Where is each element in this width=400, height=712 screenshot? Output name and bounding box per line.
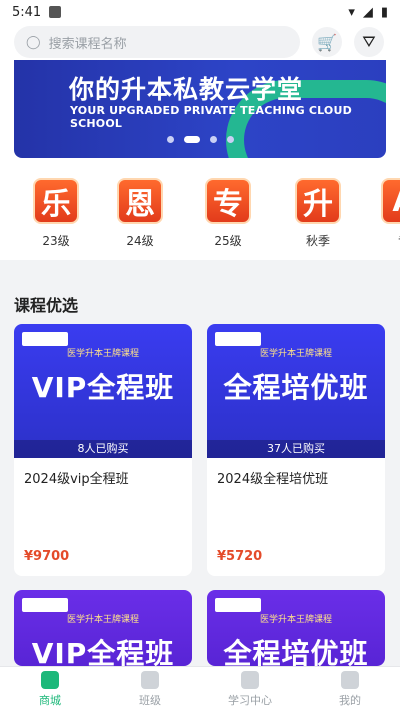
brand-badge (22, 598, 68, 612)
course-thumbnail: 医学升本王牌课程 全程培优班 37人已购买 (207, 324, 385, 458)
category-25[interactable]: 专 25级 (196, 178, 260, 249)
tab-study-center[interactable]: 学习中心 (200, 667, 300, 712)
category-more[interactable]: A 专 (372, 178, 400, 249)
course-price: ¥9700 (24, 549, 70, 564)
course-thumbnail: 医学升本王牌课程 VIP全程班 8人已购买 (14, 324, 192, 458)
course-card-premium[interactable]: 医学升本王牌课程 全程培优班 37人已购买 2024级全程培优班 ¥5720 (207, 324, 385, 576)
filter-icon: ⛛ (362, 32, 376, 51)
filter-button[interactable]: ⛛ (354, 27, 384, 57)
thumb-caption: 医学升本王牌课程 (259, 615, 332, 625)
promo-banner[interactable]: 你的升本私教云学堂 YOUR UPGRADED PRIVATE TEACHING… (14, 60, 386, 158)
graduation-cap-icon (241, 671, 259, 689)
cart-button[interactable]: 🛒 (312, 27, 342, 57)
thumb-title: 全程培优班 (223, 637, 369, 666)
tab-class[interactable]: 班级 (100, 667, 200, 712)
thumb-caption: 医学升本王牌课程 (66, 615, 139, 625)
category-23[interactable]: 乐 23级 (24, 178, 88, 249)
status-right: ▾ ◢ ▮ (348, 5, 388, 20)
category-logo: A (381, 178, 400, 224)
user-icon (341, 671, 359, 689)
carousel-dot[interactable] (226, 136, 234, 143)
store-icon (41, 671, 59, 689)
course-thumbnail: 医学升本王牌课程 VIP全程班 (14, 590, 192, 666)
status-bar: 5:41 ▾ ◢ ▮ (0, 0, 400, 24)
status-time: 5:41 (12, 4, 42, 20)
category-logo: 乐 (33, 178, 79, 224)
brand-badge (22, 332, 68, 346)
people-icon (141, 671, 159, 689)
bottom-tab-bar: 商城 班级 学习中心 我的 (0, 666, 400, 712)
tab-label: 班级 (139, 694, 161, 707)
carousel-dots (0, 136, 400, 143)
brand-badge (215, 598, 261, 612)
search-row: ◯ 搜索课程名称 🛒 ⛛ (0, 24, 400, 60)
course-name: 2024级vip全程班 (24, 472, 129, 487)
carousel-dot[interactable] (209, 136, 217, 143)
signal-icon: ◢ (362, 4, 373, 20)
battery-icon: ▮ (380, 4, 388, 20)
category-logo: 恩 (117, 178, 163, 224)
category-logo: 专 (205, 178, 251, 224)
category-row: 乐 23级 恩 24级 专 25级 升 秋季 A 专 (0, 172, 400, 260)
banner-subtitle: YOUR UPGRADED PRIVATE TEACHING CLOUD SCH… (70, 104, 352, 130)
course-thumbnail: 医学升本王牌课程 全程培优班 (207, 590, 385, 666)
category-autumn[interactable]: 升 秋季 (286, 178, 350, 249)
course-price: ¥5720 (217, 549, 263, 564)
category-24[interactable]: 恩 24级 (108, 178, 172, 249)
thumb-title: VIP全程班 (31, 371, 175, 404)
thumb-caption: 医学升本王牌课程 (66, 349, 139, 359)
category-label: 秋季 (305, 234, 330, 248)
purchase-count: 37人已购买 (207, 440, 385, 458)
course-card-premium-2[interactable]: 医学升本王牌课程 全程培优班 (207, 590, 385, 666)
tab-mine[interactable]: 我的 (300, 667, 400, 712)
notification-icon (49, 6, 62, 18)
category-label: 25级 (214, 234, 242, 248)
purchase-count: 8人已购买 (14, 440, 192, 458)
course-card-vip-2[interactable]: 医学升本王牌课程 VIP全程班 (14, 590, 192, 666)
category-label: 24级 (126, 234, 154, 248)
course-card-vip[interactable]: 医学升本王牌课程 VIP全程班 8人已购买 2024级vip全程班 ¥9700 (14, 324, 192, 576)
search-placeholder: 搜索课程名称 (48, 36, 127, 52)
wifi-icon: ▾ (348, 4, 355, 20)
search-input[interactable]: ◯ 搜索课程名称 (14, 26, 300, 58)
thumb-caption: 医学升本王牌课程 (259, 349, 332, 359)
banner-area: 你的升本私教云学堂 YOUR UPGRADED PRIVATE TEACHING… (0, 60, 400, 172)
search-icon: ◯ (26, 34, 41, 50)
section-title: 课程优选 (14, 296, 79, 315)
carousel-dot[interactable] (166, 136, 174, 143)
tab-label: 我的 (339, 694, 361, 707)
brand-badge (215, 332, 261, 346)
banner-title: 你的升本私教云学堂 (69, 75, 304, 104)
category-logo: 升 (295, 178, 341, 224)
carousel-dot-active[interactable] (183, 136, 200, 143)
category-label: 23级 (42, 234, 70, 248)
course-name: 2024级全程培优班 (217, 472, 329, 487)
tab-mall[interactable]: 商城 (0, 667, 100, 712)
tab-label: 学习中心 (228, 694, 272, 707)
cart-icon: 🛒 (317, 32, 337, 52)
thumb-title: VIP全程班 (31, 637, 175, 666)
thumb-title: 全程培优班 (223, 371, 369, 404)
tab-label: 商城 (39, 694, 61, 707)
